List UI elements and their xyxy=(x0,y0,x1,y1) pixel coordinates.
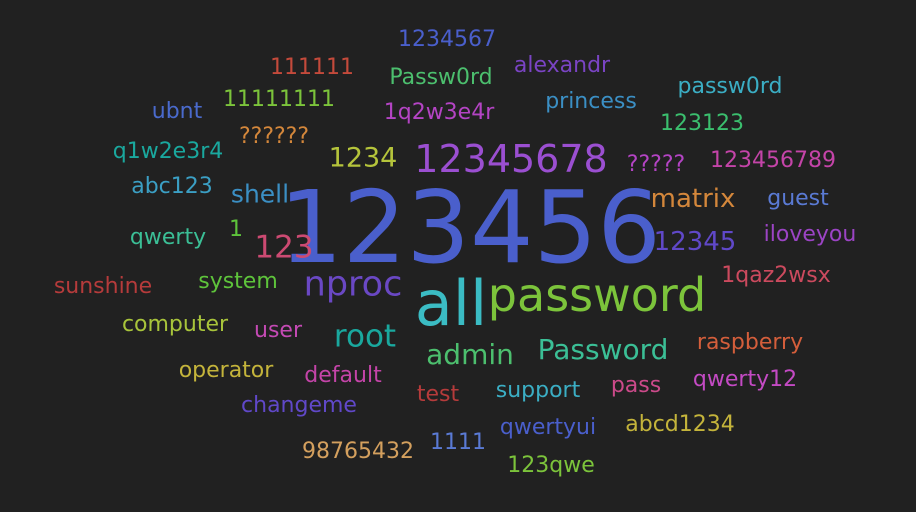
word-32: 1qaz2wsx xyxy=(721,263,831,288)
word-43: support xyxy=(495,378,581,403)
word-8: Password xyxy=(537,333,669,366)
word-1: all xyxy=(414,267,488,340)
word-23: ?????? xyxy=(238,124,310,149)
word-27: abc123 xyxy=(131,174,213,199)
word-29: qwerty xyxy=(129,225,207,250)
word-21: princess xyxy=(545,89,637,114)
word-48: 1111 xyxy=(430,430,486,455)
word-35: computer xyxy=(121,312,229,337)
word-40: pass xyxy=(610,373,662,398)
word-11: 12345 xyxy=(653,227,737,257)
word-26: 123456789 xyxy=(710,148,836,173)
word-4: nproc xyxy=(303,264,403,305)
word-19: 11111111 xyxy=(223,87,335,112)
word-22: 123123 xyxy=(660,111,744,136)
word-13: 1234567 xyxy=(398,27,496,52)
word-24: q1w2e3r4 xyxy=(112,139,224,164)
word-47: 98765432 xyxy=(302,439,414,464)
word-39: default xyxy=(304,363,382,388)
word-cloud: 123456 all password 12345678 nproc root 123 adm… xyxy=(0,0,916,512)
word-2: password xyxy=(487,268,707,322)
word-14: 111111 xyxy=(270,55,354,80)
word-41: qwerty12 xyxy=(692,367,798,392)
word-16: alexandr xyxy=(513,53,611,78)
word-46: abcd1234 xyxy=(625,412,735,437)
word-20: 1q2w3e4r xyxy=(383,100,495,125)
word-42: test xyxy=(416,382,460,407)
word-6: 123 xyxy=(254,229,314,266)
word-33: sunshine xyxy=(53,274,153,299)
word-7: admin xyxy=(426,338,514,371)
word-0: 123456 xyxy=(279,169,661,286)
word-31: iloveyou xyxy=(763,222,857,247)
word-15: Passw0rd xyxy=(389,65,493,90)
word-49: 123qwe xyxy=(507,453,595,478)
word-37: raspberry xyxy=(696,330,804,355)
word-45: qwertyui xyxy=(499,415,597,440)
word-38: operator xyxy=(178,358,274,383)
word-9: 1234 xyxy=(328,142,398,174)
word-10: matrix xyxy=(650,184,736,214)
word-5: root xyxy=(333,318,397,355)
word-30: 1 xyxy=(229,217,243,242)
word-17: passw0rd xyxy=(677,74,783,99)
word-3: 12345678 xyxy=(414,137,608,181)
word-28: guest xyxy=(767,186,829,211)
word-44: changeme xyxy=(241,393,357,418)
word-36: user xyxy=(254,318,302,343)
word-18: ubnt xyxy=(151,99,203,124)
word-12: shell xyxy=(230,179,290,209)
word-25: ????? xyxy=(626,152,686,177)
word-34: system xyxy=(198,269,278,294)
